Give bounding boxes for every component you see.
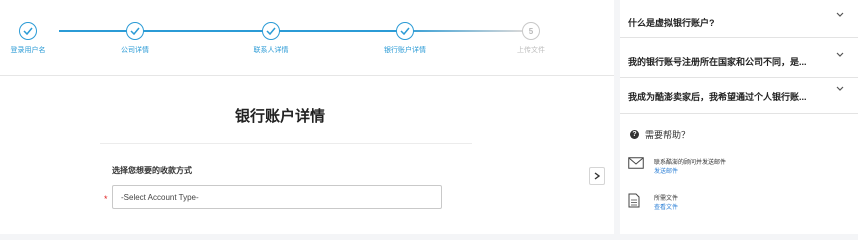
- divider: [100, 143, 472, 144]
- contact-advisor-text: 联系酷澎的顾问并发送邮件: [654, 160, 727, 166]
- required-marker: *: [104, 194, 108, 204]
- step-label: 上传文件: [517, 47, 545, 54]
- chevron-down-icon: [836, 52, 844, 57]
- contact-advisor-row: 联系酷澎的顾问并发送邮件 发送邮件: [628, 157, 848, 183]
- question-circle-icon: ?: [630, 130, 639, 139]
- expand-panel-button[interactable]: [589, 167, 605, 185]
- faq-item[interactable]: 什么是虚拟银行账户?: [620, 0, 858, 38]
- faq-panel: 什么是虚拟银行账户? 我的银行账号注册所在国家和公司不同，是... 我成为酷澎卖…: [620, 0, 858, 234]
- check-icon: [19, 22, 37, 40]
- required-files-text: 所需文件: [654, 196, 679, 202]
- step-label: 公司详情: [121, 47, 149, 54]
- chevron-down-icon: [836, 12, 844, 17]
- chevron-down-icon: [836, 86, 844, 91]
- faq-question: 我成为酷澎卖家后，我希望通过个人银行账...: [628, 92, 807, 102]
- form-content: 银行账户详情 选择您想要的收款方式 * -Select Account Type…: [0, 77, 614, 234]
- payment-method-label: 选择您想要的收款方式: [112, 166, 192, 175]
- step-number: 5: [528, 26, 534, 36]
- page-title: 银行账户详情: [234, 108, 325, 125]
- step-number-badge: 5: [522, 22, 540, 40]
- required-files-row: 所需文件 查看文件: [628, 193, 848, 219]
- step-company-details: 公司详情: [85, 0, 185, 70]
- faq-question: 我的银行账号注册所在国家和公司不同，是...: [628, 57, 807, 67]
- envelope-icon: [628, 157, 644, 169]
- check-icon: [126, 22, 144, 40]
- send-email-link[interactable]: 发送邮件: [654, 166, 678, 175]
- account-type-placeholder: -Select Account Type-: [121, 193, 199, 202]
- help-title-text: 需要帮助？: [645, 130, 691, 140]
- check-icon: [262, 22, 280, 40]
- step-login: 登录用户名: [0, 0, 78, 70]
- account-type-select[interactable]: -Select Account Type-: [112, 185, 442, 209]
- step-label: 联系人详情: [253, 47, 289, 54]
- step-label: 银行账户详情: [384, 47, 426, 54]
- faq-question: 什么是虚拟银行账户?: [628, 18, 715, 28]
- step-upload-files: 5 上传文件: [481, 0, 581, 70]
- document-icon: [628, 193, 640, 208]
- faq-item[interactable]: 我的银行账号注册所在国家和公司不同，是...: [620, 38, 858, 78]
- view-files-link[interactable]: 查看文件: [654, 202, 678, 211]
- faq-item[interactable]: 我成为酷澎卖家后，我希望通过个人银行账...: [620, 78, 858, 114]
- step-contact-details: 联系人详情: [221, 0, 321, 70]
- progress-stepper: 登录用户名 公司详情 联系人详情 银行账户详情 5 上传文件: [0, 0, 614, 76]
- help-heading: ? 需要帮助？: [630, 128, 690, 141]
- step-label: 登录用户名: [10, 47, 46, 54]
- step-bank-account: 银行账户详情: [355, 0, 455, 70]
- main-panel: 登录用户名 公司详情 联系人详情 银行账户详情 5 上传文件 银行账户详情 选择…: [0, 0, 614, 234]
- chevron-right-icon: [594, 172, 600, 180]
- check-icon: [396, 22, 414, 40]
